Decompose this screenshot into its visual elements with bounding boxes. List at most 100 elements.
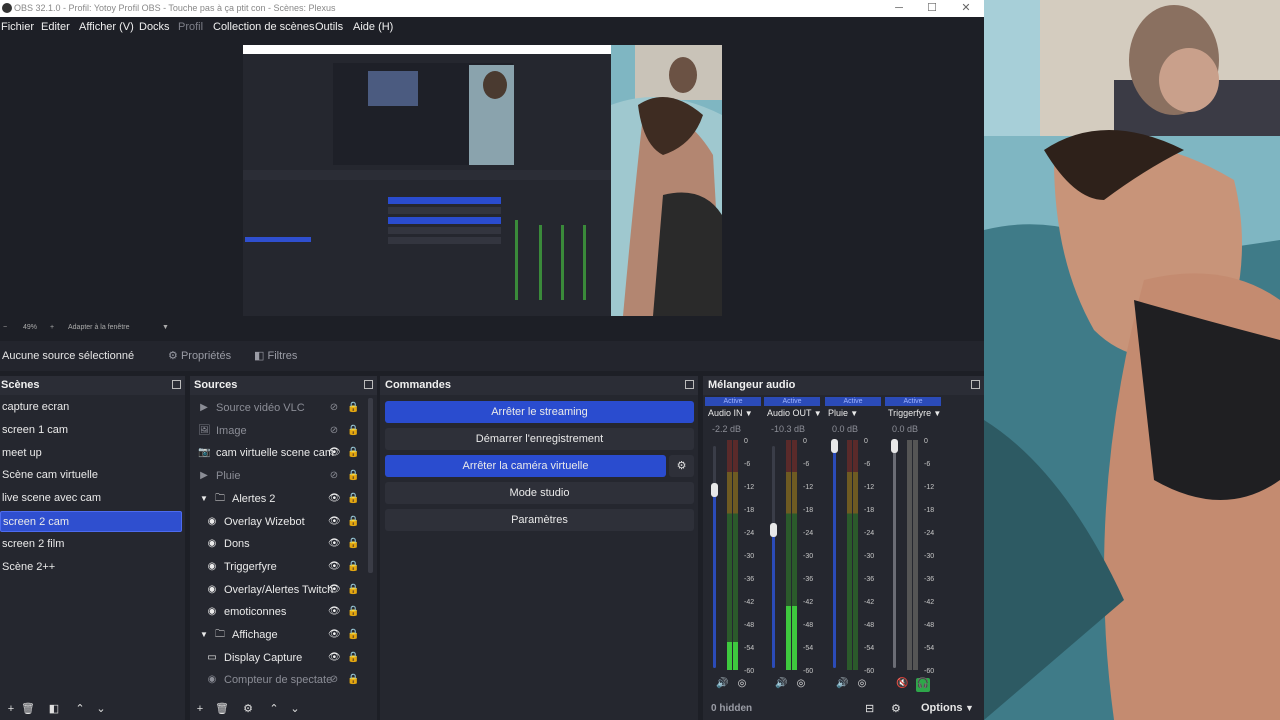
eye-icon[interactable]: 👁 [328, 538, 341, 550]
monitor-audio-icon[interactable]: ◎ [795, 678, 807, 690]
menu-docks[interactable]: Docks [139, 21, 170, 33]
move-up-icon[interactable]: ⌃ [267, 702, 281, 716]
chevron-down-icon[interactable]: ▼ [743, 409, 753, 418]
eye-hidden-icon[interactable]: ⊘ [328, 402, 340, 414]
lock-icon[interactable]: 🔒 [347, 447, 359, 459]
advanced-audio-icon[interactable]: ⚙ [891, 702, 901, 715]
move-down-icon[interactable]: ⌄ [94, 702, 108, 716]
layout-icon[interactable]: ⊟ [865, 702, 874, 715]
lock-icon[interactable]: 🔒 [347, 516, 359, 528]
undock-icon[interactable] [685, 380, 694, 389]
menu-help[interactable]: Aide (H) [353, 21, 393, 33]
channel-name[interactable]: Triggerfyre ▼ [888, 408, 941, 418]
lock-icon[interactable]: 🔒 [347, 470, 359, 482]
expand-icon[interactable]: ▼ [198, 629, 210, 641]
mute-icon[interactable]: 🔇 [896, 678, 908, 690]
chevron-down-icon[interactable]: ▼ [965, 703, 974, 713]
zoom-in-button[interactable]: + [50, 324, 54, 331]
eye-icon[interactable]: 👁 [328, 447, 341, 459]
scene-item[interactable]: Scène 2++ [0, 557, 182, 578]
eye-icon[interactable]: 👁 [328, 561, 341, 573]
lock-icon[interactable]: 🔒 [347, 629, 359, 641]
stop-virtual-camera-button[interactable]: Arrêter la caméra virtuelle [385, 455, 666, 477]
scene-filter-icon[interactable]: ◧ [47, 702, 61, 716]
undock-icon[interactable] [971, 380, 980, 389]
scene-item[interactable]: Scène cam virtuelle [0, 465, 182, 486]
scene-item[interactable]: screen 1 cam [0, 420, 182, 441]
lock-icon[interactable]: 🔒 [347, 674, 359, 686]
virtual-camera-settings-icon[interactable]: ⚙ [669, 455, 694, 477]
volume-slider-handle[interactable] [711, 483, 718, 498]
source-item[interactable]: ▼ 🗀 Affichage 👁 🔒 [190, 624, 368, 646]
eye-icon[interactable]: 👁 [328, 493, 341, 505]
maximize-icon[interactable]: ☐ [915, 0, 949, 17]
filters-button[interactable]: ◧ Filtres [246, 347, 305, 365]
menu-tools[interactable]: Outils [315, 21, 343, 33]
move-down-icon[interactable]: ⌄ [288, 702, 302, 716]
eye-hidden-icon[interactable]: ⊘ [328, 674, 340, 686]
lock-icon[interactable]: 🔒 [347, 425, 359, 437]
settings-button[interactable]: Paramètres [385, 509, 694, 531]
stop-streaming-button[interactable]: Arrêter le streaming [385, 401, 694, 423]
source-item[interactable]: 🖼 Image ⊘ 🔒 [190, 420, 368, 442]
volume-slider-handle[interactable] [831, 439, 838, 453]
lock-icon[interactable]: 🔒 [347, 606, 359, 618]
speaker-icon[interactable]: 🔊 [775, 678, 787, 690]
eye-hidden-icon[interactable]: ⊘ [328, 425, 340, 437]
chevron-down-icon[interactable]: ▼ [812, 409, 822, 418]
source-item[interactable]: ▶ Source vidéo VLC ⊘ 🔒 [190, 397, 368, 419]
preview-area[interactable] [0, 39, 984, 321]
undock-icon[interactable] [172, 380, 181, 389]
lock-icon[interactable]: 🔒 [347, 493, 359, 505]
chevron-down-icon[interactable]: ▼ [931, 409, 941, 418]
headphones-icon[interactable]: 🎧 [916, 678, 930, 692]
monitor-audio-icon[interactable]: ◎ [856, 678, 868, 690]
move-up-icon[interactable]: ⌃ [73, 702, 87, 716]
channel-name[interactable]: Pluie ▼ [828, 408, 858, 418]
minimize-icon[interactable]: ─ [882, 0, 916, 17]
menu-view[interactable]: Afficher (V) [79, 21, 134, 33]
source-item[interactable]: 📷 cam virtuelle scene cam 👁 🔒 [190, 442, 368, 464]
eye-icon[interactable]: 👁 [328, 606, 341, 618]
fit-window-label[interactable]: Adapter à la fenêtre [68, 324, 130, 331]
source-item[interactable]: ▭ Display Capture 👁 🔒 [190, 647, 368, 669]
undock-icon[interactable] [364, 380, 373, 389]
menu-scene-collection[interactable]: Collection de scènes [213, 21, 315, 33]
close-icon[interactable]: ✕ [949, 0, 983, 17]
eye-icon[interactable]: 👁 [328, 652, 341, 664]
chevron-down-icon[interactable]: ▼ [162, 324, 169, 331]
source-item[interactable]: ▶ Pluie ⊘ 🔒 [190, 465, 368, 487]
source-item[interactable]: ◉ Triggerfyre 👁 🔒 [190, 556, 368, 578]
volume-slider-handle[interactable] [770, 523, 777, 538]
chevron-down-icon[interactable]: ▼ [848, 409, 858, 418]
preview-canvas[interactable] [243, 45, 722, 316]
menu-file[interactable]: Fichier [1, 21, 34, 33]
volume-slider-handle[interactable] [891, 439, 898, 453]
delete-scene-icon[interactable]: 🗑 [21, 702, 35, 716]
source-settings-icon[interactable]: ⚙ [241, 702, 255, 716]
source-item[interactable]: ◉ Compteur de spectate ⊘ 🔒 [190, 669, 368, 691]
source-item[interactable]: ◉ Dons 👁 🔒 [190, 533, 368, 555]
sources-scrollbar[interactable] [368, 398, 373, 573]
channel-name[interactable]: Audio OUT ▼ [767, 408, 822, 418]
delete-source-icon[interactable]: 🗑 [215, 702, 229, 716]
lock-icon[interactable]: 🔒 [347, 652, 359, 664]
lock-icon[interactable]: 🔒 [347, 402, 359, 414]
studio-mode-button[interactable]: Mode studio [385, 482, 694, 504]
speaker-icon[interactable]: 🔊 [716, 678, 728, 690]
options-button[interactable]: Options [921, 702, 963, 714]
menu-profile[interactable]: Profil [178, 21, 203, 33]
eye-hidden-icon[interactable]: ⊘ [328, 470, 340, 482]
source-item[interactable]: ◉ Overlay Wizebot 👁 🔒 [190, 511, 368, 533]
monitor-audio-icon[interactable]: ◎ [736, 678, 748, 690]
scene-item[interactable]: live scene avec cam [0, 488, 182, 509]
properties-button[interactable]: ⚙ Propriétés [160, 347, 239, 365]
eye-icon[interactable]: 👁 [328, 584, 341, 596]
eye-icon[interactable]: 👁 [328, 516, 341, 528]
expand-icon[interactable]: ▼ [198, 493, 210, 505]
lock-icon[interactable]: 🔒 [347, 561, 359, 573]
source-item[interactable]: ◉ Overlay/Alertes Twitch 👁 🔒 [190, 579, 368, 601]
scene-item[interactable]: capture ecran [0, 397, 182, 418]
lock-icon[interactable]: 🔒 [347, 538, 359, 550]
lock-icon[interactable]: 🔒 [347, 584, 359, 596]
